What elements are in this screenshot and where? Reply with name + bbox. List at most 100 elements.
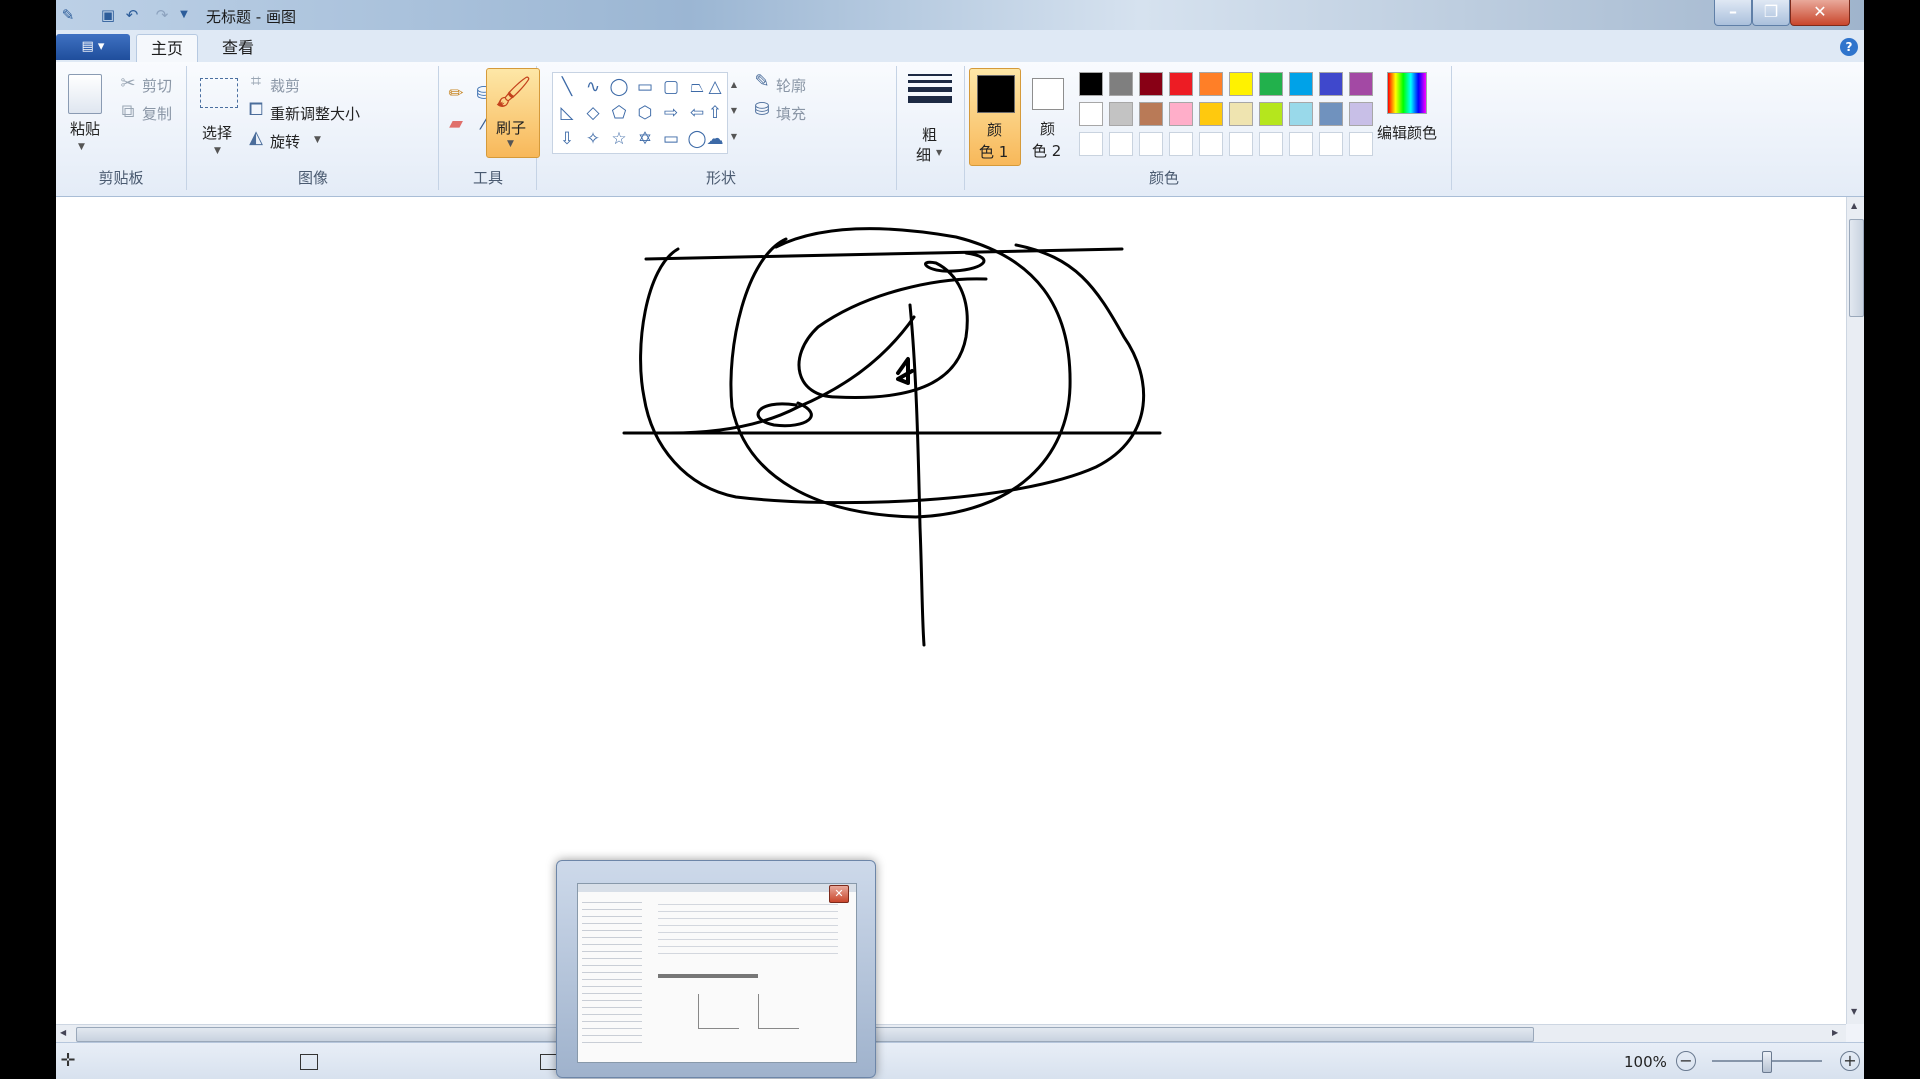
- five-point-star-shape-icon[interactable]: ☆: [607, 127, 631, 151]
- four-point-star-shape-icon[interactable]: ✧: [581, 127, 605, 151]
- edit-colors-button[interactable]: 编辑颜色: [1377, 122, 1437, 143]
- palette-color-swatch[interactable]: [1229, 102, 1253, 126]
- drawing-canvas[interactable]: [56, 197, 1846, 1024]
- paste-button[interactable]: 粘贴: [70, 118, 100, 139]
- palette-color-swatch[interactable]: [1319, 72, 1343, 96]
- palette-color-swatch[interactable]: [1319, 102, 1343, 126]
- select-button[interactable]: 选择: [202, 122, 232, 143]
- pentagon-shape-icon[interactable]: ⬠: [607, 101, 631, 125]
- palette-color-swatch[interactable]: [1259, 102, 1283, 126]
- palette-color-swatch[interactable]: [1109, 102, 1133, 126]
- line-shape-icon[interactable]: ╲: [555, 75, 579, 99]
- freehand-drawing: [622, 227, 1162, 647]
- customize-toolbar-chevron-icon[interactable]: ▼: [174, 5, 194, 25]
- drawn-stroke-inner-loop: [797, 251, 988, 399]
- palette-color-swatch[interactable]: [1289, 102, 1313, 126]
- custom-color-swatch[interactable]: [1109, 132, 1133, 156]
- right-arrow-shape-icon[interactable]: ⇨: [659, 101, 683, 125]
- right-triangle-shape-icon[interactable]: ◺: [555, 101, 579, 125]
- palette-color-swatch[interactable]: [1289, 72, 1313, 96]
- palette-color-swatch[interactable]: [1259, 72, 1283, 96]
- rect-callout-shape-icon[interactable]: ▭: [659, 127, 683, 151]
- drawn-stroke-vertical-line: [908, 303, 926, 647]
- paste-icon[interactable]: [68, 74, 102, 114]
- paint-app-icon[interactable]: ✎: [58, 5, 78, 25]
- palette-color-swatch[interactable]: [1349, 102, 1373, 126]
- resize-button[interactable]: 重新调整大小: [270, 103, 360, 124]
- palette-color-swatch[interactable]: [1109, 72, 1133, 96]
- palette-color-swatch[interactable]: [1169, 72, 1193, 96]
- rectangle-shape-icon[interactable]: ▭: [633, 75, 657, 99]
- redo-icon[interactable]: ↷: [152, 5, 172, 25]
- save-icon[interactable]: ▣: [98, 5, 118, 25]
- six-point-star-shape-icon[interactable]: ✡: [633, 127, 657, 151]
- triangle-shape-icon[interactable]: △: [703, 75, 727, 99]
- color2-button[interactable]: 颜 色 2: [1023, 68, 1073, 164]
- palette-color-swatch[interactable]: [1079, 102, 1103, 126]
- palette-color-swatch[interactable]: [1199, 72, 1223, 96]
- scroll-right-arrow-icon[interactable]: ▶: [1832, 1028, 1838, 1037]
- custom-color-swatch[interactable]: [1259, 132, 1283, 156]
- cut-button[interactable]: 剪切: [142, 75, 172, 96]
- palette-color-swatch[interactable]: [1199, 102, 1223, 126]
- up-arrow-shape-icon[interactable]: ⇧: [703, 101, 727, 125]
- hexagon-shape-icon[interactable]: ⬡: [633, 101, 657, 125]
- palette-color-swatch[interactable]: [1229, 72, 1253, 96]
- palette-color-swatch[interactable]: [1139, 102, 1163, 126]
- crop-button[interactable]: 裁剪: [270, 75, 300, 96]
- rotate-button[interactable]: 旋转: [270, 131, 300, 152]
- edit-colors-icon[interactable]: [1387, 72, 1427, 114]
- eraser-icon[interactable]: ▰: [444, 112, 468, 136]
- tab-home[interactable]: 主页: [136, 34, 199, 63]
- paint-menu-button[interactable]: ▤ ▾: [56, 34, 130, 60]
- shapes-gallery-scroll[interactable]: ▲ ▼ ▼: [728, 72, 740, 152]
- vertical-scrollbar[interactable]: ▲ ▼: [1846, 197, 1864, 1024]
- rotate-chevron-icon[interactable]: ▼: [314, 135, 321, 145]
- drawn-stroke-small-loop: [668, 315, 916, 435]
- custom-color-swatch[interactable]: [1229, 132, 1253, 156]
- size-button[interactable]: 粗 细 ▼: [902, 68, 958, 178]
- brushes-button[interactable]: 🖌 刷子 ▼: [486, 68, 540, 158]
- taskbar-thumbnail-preview[interactable]: ✕: [556, 860, 876, 1078]
- tab-view[interactable]: 查看: [208, 34, 268, 62]
- curve-shape-icon[interactable]: ∿: [581, 75, 605, 99]
- vertical-scroll-thumb[interactable]: [1849, 219, 1864, 317]
- custom-color-swatch[interactable]: [1349, 132, 1373, 156]
- custom-color-swatch[interactable]: [1289, 132, 1313, 156]
- thumbnail-close-button[interactable]: ✕: [829, 885, 849, 903]
- scroll-left-arrow-icon[interactable]: ◀: [60, 1028, 66, 1037]
- zoom-slider-thumb[interactable]: [1762, 1051, 1772, 1073]
- rounded-rectangle-shape-icon[interactable]: ▢: [659, 75, 683, 99]
- scroll-up-arrow-icon[interactable]: ▲: [1851, 201, 1857, 210]
- copy-button[interactable]: 复制: [142, 103, 172, 124]
- palette-color-swatch[interactable]: [1169, 102, 1193, 126]
- maximize-button[interactable]: ❐: [1752, 0, 1790, 26]
- close-button[interactable]: ✕: [1790, 0, 1850, 26]
- scroll-down-arrow-icon[interactable]: ▼: [1851, 1007, 1857, 1016]
- color1-button[interactable]: 颜 色 1: [969, 68, 1021, 166]
- zoom-in-icon[interactable]: +: [1840, 1051, 1860, 1071]
- diamond-shape-icon[interactable]: ◇: [581, 101, 605, 125]
- palette-color-swatch[interactable]: [1349, 72, 1373, 96]
- custom-color-swatch[interactable]: [1319, 132, 1343, 156]
- horizontal-scrollbar[interactable]: ◀ ▶: [56, 1024, 1846, 1043]
- help-icon[interactable]: ?: [1840, 38, 1858, 56]
- palette-color-swatch[interactable]: [1079, 72, 1103, 96]
- pencil-icon[interactable]: ✏: [444, 82, 468, 106]
- custom-color-swatch[interactable]: [1169, 132, 1193, 156]
- palette-color-swatch[interactable]: [1139, 72, 1163, 96]
- zoom-out-icon[interactable]: −: [1676, 1051, 1696, 1071]
- select-icon[interactable]: [200, 78, 238, 108]
- outline-button[interactable]: 轮廓: [776, 75, 806, 96]
- select-chevron-icon[interactable]: ▼: [214, 146, 221, 156]
- custom-color-swatch[interactable]: [1139, 132, 1163, 156]
- custom-color-swatch[interactable]: [1079, 132, 1103, 156]
- paste-chevron-icon[interactable]: ▼: [78, 142, 85, 152]
- oval-shape-icon[interactable]: ◯: [607, 75, 631, 99]
- cloud-callout-shape-icon[interactable]: ☁: [703, 127, 727, 151]
- custom-color-swatch[interactable]: [1199, 132, 1223, 156]
- down-arrow-shape-icon[interactable]: ⇩: [555, 127, 579, 151]
- fill-button[interactable]: 填充: [776, 103, 806, 124]
- minimize-button[interactable]: –: [1714, 0, 1752, 26]
- undo-icon[interactable]: ↶: [122, 5, 142, 25]
